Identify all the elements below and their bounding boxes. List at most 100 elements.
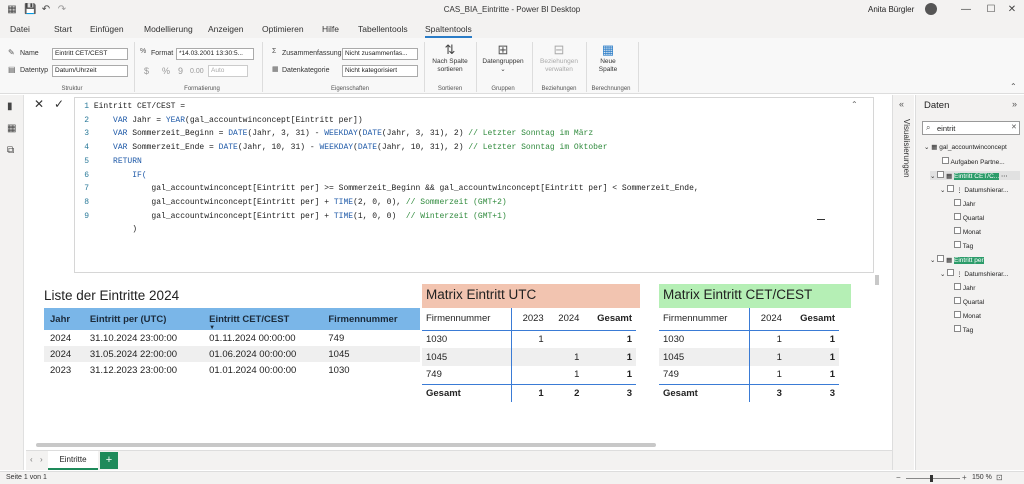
checkbox[interactable] <box>937 255 945 262</box>
field-eintritt-cet[interactable]: ⌄ ▦ Eintritt CET/C... ⋯ <box>930 171 1020 180</box>
format-select[interactable]: *14.03.2001 13:30:5... <box>176 48 254 60</box>
tab-datei[interactable]: Datei <box>10 24 30 34</box>
checkbox[interactable] <box>942 157 949 164</box>
list-table[interactable]: Jahr Eintritt per (UTC) Eintritt CET/CES… <box>44 308 420 378</box>
fit-page-icon[interactable]: ⊡ <box>996 473 1003 482</box>
table-row[interactable]: 2024 31.10.2024 23:00:00 01.11.2024 00:0… <box>44 330 420 346</box>
checkbox[interactable] <box>947 185 955 192</box>
maximize-icon[interactable]: ☐ <box>985 4 997 16</box>
decimal-places-input[interactable]: Auto <box>208 65 248 77</box>
field-monat[interactable]: Monat <box>954 227 981 236</box>
matrix-header[interactable]: 2024 <box>749 308 786 330</box>
percent-button[interactable]: % <box>162 66 170 76</box>
checkbox[interactable] <box>954 311 961 318</box>
data-groups-button[interactable]: ⊞ Datengruppen ⌄ <box>478 42 528 74</box>
checkbox[interactable] <box>954 283 961 290</box>
tab-start[interactable]: Start <box>54 24 72 34</box>
minimize-icon[interactable]: — <box>960 4 972 16</box>
thousands-button[interactable]: 9 <box>178 66 183 76</box>
clear-search-icon[interactable]: ✕ <box>1011 123 1017 131</box>
matrix-total-row[interactable]: Gesamt 3 3 <box>659 384 839 402</box>
tab-modellierung[interactable]: Modellierung <box>144 24 193 34</box>
field-aufgaben-partner[interactable]: Aufgaben Partne... <box>942 157 1005 166</box>
checkbox[interactable] <box>954 213 961 220</box>
table-row[interactable]: 2023 31.12.2023 23:00:00 01.01.2024 00:0… <box>44 362 420 378</box>
summary-select[interactable]: Nicht zusammenfas... <box>342 48 418 60</box>
matrix-header[interactable]: 2024 <box>548 308 584 330</box>
col-header-jahr[interactable]: Jahr <box>44 308 84 330</box>
checkbox[interactable] <box>954 227 961 234</box>
matrix-row[interactable]: 1030 1 1 <box>659 330 839 348</box>
checkbox[interactable] <box>947 269 955 276</box>
matrix-row[interactable]: 749 1 1 <box>422 366 636 384</box>
data-search-input[interactable]: ⌕ eintrit ✕ <box>922 121 1020 135</box>
matrix-header[interactable]: Firmennummer <box>422 308 512 330</box>
matrix-header[interactable]: Firmennummer <box>659 308 750 330</box>
datatype-select[interactable]: Datum/Uhrzeit <box>52 65 128 77</box>
field-jahr-2[interactable]: Jahr <box>954 283 975 292</box>
matrix-header[interactable]: Gesamt <box>786 308 839 330</box>
matrix-total-row[interactable]: Gesamt 1 2 3 <box>422 384 636 402</box>
matrix-row[interactable]: 749 1 1 <box>659 366 839 384</box>
collapse-ribbon-icon[interactable]: ⌃ <box>1010 82 1017 91</box>
more-options-icon[interactable]: ⋯ <box>1001 173 1008 180</box>
cancel-formula-icon[interactable]: ✕ <box>34 97 44 111</box>
collapse-data-pane-icon[interactable]: » <box>1012 99 1017 109</box>
field-tag[interactable]: Tag <box>954 241 973 250</box>
field-monat-2[interactable]: Monat <box>954 311 981 320</box>
report-view-icon[interactable]: ▮ <box>7 101 13 112</box>
add-page-icon[interactable]: + <box>100 452 118 469</box>
col-header-firmennummer[interactable]: Firmennummer <box>322 308 420 330</box>
field-datumshierarchie-2[interactable]: ⌄ ⋮ Datumshierar... <box>940 269 1008 278</box>
checkbox[interactable] <box>954 199 961 206</box>
currency-button[interactable]: $ <box>144 66 149 76</box>
prev-page-icon[interactable]: ‹ <box>30 455 33 464</box>
dax-formula-editor[interactable]: 1 Eintritt CET/CEST = 2 VAR Jahr = YEAR(g… <box>74 97 874 273</box>
checkbox[interactable] <box>954 325 961 332</box>
field-quartal-2[interactable]: Quartal <box>954 297 984 306</box>
field-jahr[interactable]: Jahr <box>954 199 975 208</box>
commit-formula-icon[interactable]: ✓ <box>54 97 64 111</box>
zoom-in-icon[interactable]: + <box>962 473 967 482</box>
checkbox[interactable] <box>954 241 961 248</box>
col-header-eintritt-utc[interactable]: Eintritt per (UTC) <box>83 308 204 330</box>
matrix-cet[interactable]: Firmennummer 2024 Gesamt 1030 1 1 1045 1… <box>659 308 839 402</box>
tab-anzeigen[interactable]: Anzeigen <box>208 24 243 34</box>
manage-relationships-button[interactable]: ⊟ Beziehungen verwalten <box>534 42 584 74</box>
tree-table-gal[interactable]: ⌄ ▦ gal_accountwinconcept <box>924 143 1007 151</box>
horizontal-scrollbar[interactable] <box>36 443 656 447</box>
matrix-header[interactable]: Gesamt <box>583 308 636 330</box>
page-tab-eintritte[interactable]: Eintritte <box>48 451 98 470</box>
field-eintritt-per[interactable]: ⌄ ▦ Eintritt per <box>930 255 984 264</box>
table-row[interactable]: 2024 31.05.2024 22:00:00 01.06.2024 00:0… <box>44 346 420 362</box>
category-select[interactable]: Nicht kategorisiert <box>342 65 418 77</box>
checkbox[interactable] <box>937 171 945 178</box>
visualizations-pane[interactable]: « Visualisierungen <box>892 95 914 470</box>
model-view-icon[interactable]: ⧉ <box>7 145 14 156</box>
collapse-editor-icon[interactable]: ⌃ <box>851 100 858 109</box>
vertical-scrollbar[interactable] <box>875 275 879 285</box>
field-quartal[interactable]: Quartal <box>954 213 984 222</box>
new-column-button[interactable]: ▦ Neue Spalte <box>588 42 628 74</box>
avatar[interactable] <box>925 3 937 15</box>
tab-optimieren[interactable]: Optimieren <box>262 24 304 34</box>
next-page-icon[interactable]: › <box>40 455 43 464</box>
matrix-utc[interactable]: Firmennummer 2023 2024 Gesamt 1030 1 1 1… <box>422 308 636 402</box>
decimals-button[interactable]: 0.00 <box>190 68 204 75</box>
sort-by-column-button[interactable]: ⇅ Nach Spalte sortieren <box>428 42 472 74</box>
matrix-row[interactable]: 1030 1 1 <box>422 330 636 348</box>
field-datumshierarchie[interactable]: ⌄ ⋮ Datumshierar... <box>940 185 1008 194</box>
tab-spaltentools[interactable]: Spaltentools <box>425 24 472 38</box>
col-header-eintritt-cet[interactable]: Eintritt CET/CEST ▼ <box>203 308 323 331</box>
checkbox[interactable] <box>954 297 961 304</box>
expand-visualizations-icon[interactable]: « <box>899 99 904 109</box>
close-icon[interactable]: ✕ <box>1006 4 1018 16</box>
table-view-icon[interactable]: ▦ <box>7 123 16 134</box>
tab-einfuegen[interactable]: Einfügen <box>90 24 124 34</box>
name-input[interactable]: Eintritt CET/CEST <box>52 48 128 60</box>
matrix-header[interactable]: 2023 <box>511 308 547 330</box>
zoom-slider[interactable] <box>906 478 960 479</box>
field-tag-2[interactable]: Tag <box>954 325 973 334</box>
tab-hilfe[interactable]: Hilfe <box>322 24 339 34</box>
matrix-row[interactable]: 1045 1 1 <box>659 348 839 366</box>
